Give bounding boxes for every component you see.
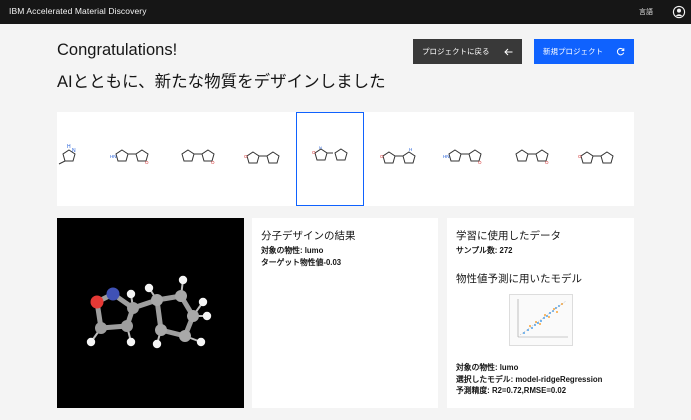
molecule-structure-icon: O <box>578 151 614 164</box>
svg-text:HN: HN <box>443 154 450 159</box>
molecule-card[interactable]: O <box>235 112 303 206</box>
molecule-card[interactable]: HN O <box>104 112 172 206</box>
svg-text:HN: HN <box>110 154 117 159</box>
molecule-structure-icon: HN O <box>110 149 149 165</box>
user-avatar-icon[interactable] <box>672 5 686 19</box>
top-bar: IBM Accelerated Material Discovery 言語 <box>0 0 691 24</box>
svg-text:O: O <box>578 154 582 159</box>
molecule-card[interactable]: O <box>504 112 572 206</box>
svg-text:O: O <box>211 160 215 165</box>
target-property: 対象の物性: lumo <box>261 246 324 255</box>
molecule-carousel[interactable]: H N HN O O O O N O H HN O O O <box>57 112 634 206</box>
page-subtitle: AIとともに、新たな物質をデザインしました <box>57 73 386 91</box>
model-parity-plot <box>509 293 573 346</box>
svg-text:O: O <box>145 160 149 165</box>
model-title: 物性値予測に用いたモデル <box>456 272 582 285</box>
training-data-title: 学習に使用したデータ <box>456 230 561 242</box>
svg-text:O: O <box>380 154 384 159</box>
molecule-structure-icon: O <box>181 149 215 165</box>
molecule-card[interactable]: O <box>569 112 634 206</box>
language-menu[interactable]: 言語 <box>639 7 653 17</box>
molecule-structure-icon: O N <box>312 145 348 161</box>
svg-text:O: O <box>545 160 549 165</box>
new-project-button[interactable]: 新規プロジェクト <box>534 39 634 64</box>
selected-model: 選択したモデル: model-ridgeRegression <box>456 374 603 384</box>
molecule-structure-icon: HN O <box>443 149 482 165</box>
molecule-structure-icon: O H <box>380 147 416 164</box>
molecule-card[interactable]: O H <box>371 112 439 206</box>
scatter-plot-icon <box>517 298 568 337</box>
svg-text:N: N <box>319 145 322 150</box>
molecule-structure-icon: O <box>244 151 280 164</box>
molecule-3d-model-icon <box>86 275 212 349</box>
svg-text:O: O <box>312 150 316 155</box>
molecule-card[interactable]: O <box>170 112 238 206</box>
back-to-project-label: プロジェクトに戻る <box>422 47 490 56</box>
back-to-project-button[interactable]: プロジェクトに戻る <box>413 39 522 64</box>
svg-text:O: O <box>478 160 482 165</box>
svg-text:H: H <box>67 144 71 150</box>
molecule-card[interactable]: HN O <box>437 112 505 206</box>
prediction-accuracy: 予測精度: R2=0.72,RMSE=0.02 <box>456 386 567 395</box>
molecule-card-selected[interactable]: O N <box>296 112 364 206</box>
design-result-title: 分子デザインの結果 <box>261 230 356 242</box>
model-property: 対象の物性: lumo <box>456 363 519 372</box>
app-title[interactable]: IBM Accelerated Material Discovery <box>9 6 147 16</box>
svg-text:N: N <box>72 148 76 154</box>
svg-text:H: H <box>409 147 412 152</box>
page-title: Congratulations! <box>57 41 178 59</box>
model-stats: 対象の物性: lumo 選択したモデル: model-ridgeRegressi… <box>456 362 602 397</box>
molecule-structure-icon: O <box>515 149 549 165</box>
arrow-left-icon <box>503 39 513 64</box>
svg-text:O: O <box>244 154 248 159</box>
refresh-icon <box>615 39 625 64</box>
training-data-panel: 学習に使用したデータ サンプル数: 272 物性値予測に用いたモデル 対象の物性… <box>447 218 634 408</box>
new-project-label: 新規プロジェクト <box>543 47 603 56</box>
target-value: ターゲット物性値-0.03 <box>261 257 342 267</box>
molecule-3d-viewer[interactable] <box>57 218 244 408</box>
sample-count: サンプル数: 272 <box>456 246 513 255</box>
design-result-panel: 分子デザインの結果 対象の物性: lumo ターゲット物性値-0.03 <box>252 218 438 408</box>
